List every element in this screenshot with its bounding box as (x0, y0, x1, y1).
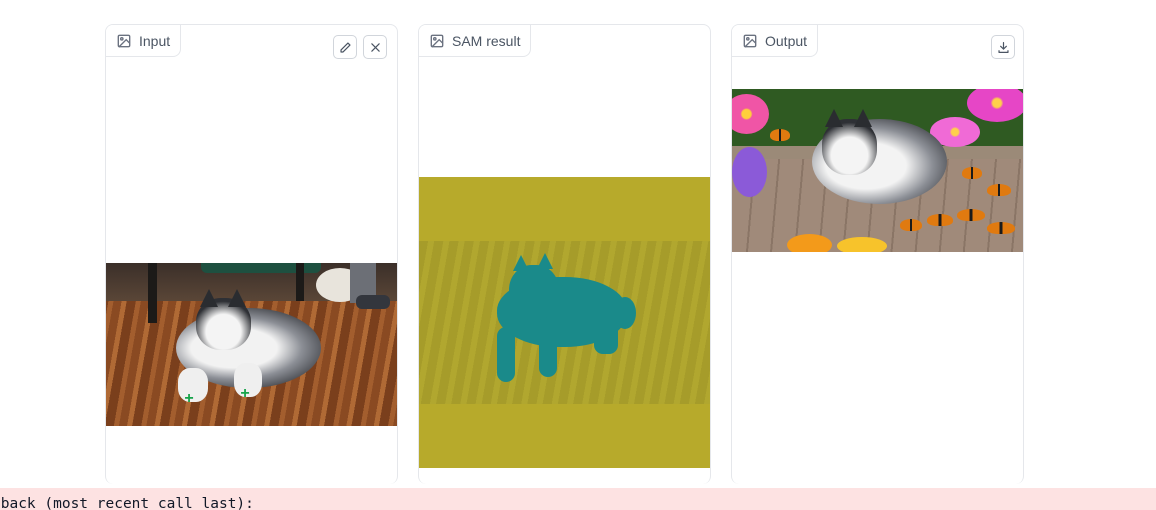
point-marker[interactable]: + (183, 391, 195, 407)
sam-panel-title: SAM result (452, 32, 521, 49)
download-icon (997, 41, 1009, 53)
sam-result-panel: SAM result (418, 24, 711, 484)
input-panel-label: Input (106, 25, 182, 57)
output-panel-title: Output (765, 32, 808, 49)
edit-button[interactable] (333, 35, 357, 59)
error-traceback-text: eback (most recent call last): (0, 496, 254, 510)
error-banner: eback (most recent call last): (0, 488, 1156, 510)
input-image[interactable]: + + (106, 263, 397, 426)
image-icon (430, 34, 444, 48)
output-panel-label: Output (732, 25, 819, 57)
clear-button[interactable] (363, 35, 387, 59)
input-panel-title: Input (139, 32, 171, 49)
download-button[interactable] (991, 35, 1015, 59)
output-image (732, 89, 1023, 252)
input-image-panel: Input + + (105, 24, 398, 484)
image-icon (117, 34, 131, 48)
app-stage: Input + + SAM result Output eback (most … (0, 0, 1156, 510)
sam-result-image (419, 177, 710, 468)
pencil-icon (339, 41, 351, 53)
sam-panel-label: SAM result (419, 25, 532, 57)
close-icon (370, 42, 380, 52)
point-marker[interactable]: + (239, 386, 251, 402)
output-image-panel: Output (731, 24, 1024, 484)
image-icon (743, 34, 757, 48)
